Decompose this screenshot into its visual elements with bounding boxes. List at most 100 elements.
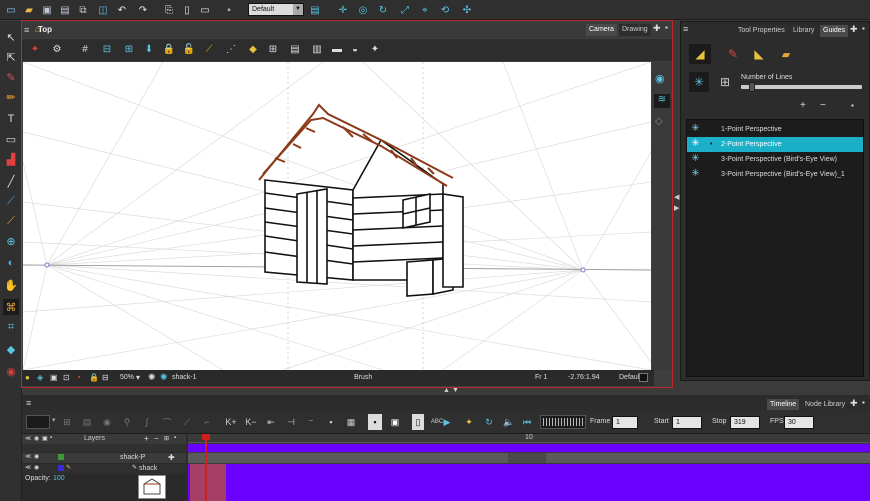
add-peg-icon[interactable]: ▤ — [80, 414, 94, 430]
dropper-tool-icon[interactable]: ⟋ — [3, 213, 19, 229]
brush-guide-icon[interactable]: ✎ — [722, 44, 744, 64]
add-group-icon[interactable]: ◉ — [100, 414, 114, 430]
layer-row-shack-p[interactable]: ≪ ◉ shack-P ✚ — [22, 453, 186, 463]
brush-icon[interactable]: ✦ — [28, 42, 42, 56]
add-layer-icon[interactable]: + — [144, 434, 149, 443]
eraser-tool-icon[interactable]: ▭ — [3, 131, 19, 147]
unlock-icon[interactable]: 🔓 — [182, 42, 196, 56]
import-icon[interactable]: ⧉ — [76, 3, 90, 17]
layers-icon[interactable]: ≋ — [654, 94, 670, 108]
playhead-handle[interactable] — [202, 434, 210, 440]
scene-icon[interactable]: ◫ — [96, 3, 110, 17]
frame-icon[interactable]: ▣ — [50, 373, 58, 382]
guide-item-3-point[interactable]: ✳ 3-Point Perspective (Bird's-Eye View) — [687, 152, 863, 167]
curve-icon[interactable]: ∫ — [140, 414, 154, 430]
perspective-guide-icon[interactable]: ◢ — [689, 44, 711, 64]
color-pot-icon[interactable]: ◉ — [3, 363, 19, 379]
drawing-canvas[interactable] — [23, 62, 651, 370]
stop-motion-icon[interactable]: ⟋ — [180, 414, 194, 430]
target-icon[interactable]: ✺ — [148, 372, 156, 383]
insert-blank-icon[interactable]: ▪ — [324, 414, 338, 430]
guide-item-1-point[interactable]: ✳ 1-Point Perspective — [687, 122, 863, 137]
close-panel-icon[interactable]: ▪ — [862, 24, 865, 33]
constant-icon[interactable]: ⌐ — [200, 414, 214, 430]
sheet-icon[interactable]: ▯ — [412, 414, 424, 430]
play-icon[interactable]: ▶ — [440, 414, 454, 430]
vertical-guide-icon[interactable]: ⊟ — [100, 42, 114, 56]
zoom-menu-icon[interactable]: ▾ — [136, 373, 140, 382]
track-top[interactable] — [188, 444, 870, 452]
fps-field[interactable]: 30 — [784, 416, 814, 429]
text-tool-icon[interactable]: T — [3, 111, 19, 127]
stack-view-icon[interactable]: ◇ — [655, 116, 663, 127]
undo-icon[interactable]: ↶ — [115, 3, 129, 17]
frame-view-icon[interactable]: ▪ — [368, 414, 382, 430]
loop-icon[interactable]: ↻ — [482, 414, 496, 430]
rotate-icon[interactable]: ↻ — [376, 3, 390, 17]
remove-layer-icon[interactable]: − — [154, 434, 159, 443]
layer-name[interactable]: shack-P — [120, 454, 145, 461]
brush-tool-icon[interactable]: ✎ — [3, 69, 19, 85]
layer-visible-icon[interactable]: ◉ — [34, 464, 39, 471]
onion-icon[interactable]: ◈ — [37, 373, 43, 382]
layer-props-icon[interactable]: ⊞ — [164, 435, 169, 442]
add-panel-icon[interactable]: ✚ — [850, 24, 858, 35]
tab-camera[interactable]: Camera — [586, 24, 617, 36]
guide-item-2-point[interactable]: ✳ • 2-Point Perspective — [687, 137, 863, 152]
frame-field[interactable]: 1 — [612, 416, 638, 429]
start-field[interactable]: 1 — [672, 416, 702, 429]
track-shack[interactable] — [188, 464, 870, 501]
tab-guides[interactable]: Guides — [820, 25, 849, 37]
import-guide-icon[interactable]: ⬇ — [142, 42, 156, 56]
remove-guide-icon[interactable]: − — [820, 100, 826, 111]
zoom-level[interactable]: 50% — [120, 374, 134, 381]
lock-all-icon[interactable]: ▣ — [42, 435, 48, 442]
layer-name[interactable]: shack — [139, 465, 157, 472]
line-guide-icon[interactable]: ⋰ — [224, 42, 238, 56]
perspective-tool-icon[interactable]: ⌘ — [3, 299, 19, 315]
layer-menu-icon[interactable]: ▪ — [174, 435, 176, 441]
contour-editor-icon[interactable]: ⇱ — [3, 49, 19, 65]
menu-icon[interactable]: ≡ — [24, 25, 29, 35]
layer-color-swatch[interactable] — [26, 415, 50, 429]
grid-guide-toggle-icon[interactable]: ⊞ — [715, 72, 735, 92]
lock-icon[interactable]: 🔒 — [162, 42, 176, 56]
copy-icon[interactable]: ⎘ — [162, 3, 176, 17]
stop-field[interactable]: 319 — [730, 416, 760, 429]
current-exposure[interactable] — [190, 464, 226, 501]
add-guide-icon[interactable]: + — [800, 100, 806, 111]
frame-ruler[interactable]: 10 — [188, 434, 870, 443]
transform-icon[interactable]: ⤢ — [398, 3, 412, 17]
ease-icon[interactable]: ⌒ — [160, 414, 174, 430]
pencil-tool-icon[interactable]: ✏ — [3, 89, 19, 105]
layout-dropdown[interactable]: Default ▼ — [248, 3, 304, 16]
plane-icon[interactable]: ▥ — [310, 42, 324, 56]
layer-row-shack[interactable]: ≪ ◉ ✎ ✎ shack — [22, 464, 186, 474]
pivot-tool-icon[interactable]: ⊕ — [3, 233, 19, 249]
perspective-grid-icon[interactable]: ⊞ — [266, 42, 280, 56]
remove-keyframe-icon[interactable]: K− — [244, 414, 258, 430]
visibility-all-icon[interactable]: ◉ — [34, 435, 39, 442]
new-icon[interactable]: ▭ — [4, 3, 18, 17]
line-tool-icon[interactable]: ╱ — [3, 173, 19, 189]
settings-icon-2[interactable]: ✦ — [368, 42, 382, 56]
workspace-icon[interactable]: ▪ — [222, 3, 236, 17]
eraser-guide-icon[interactable]: ▰ — [775, 44, 797, 64]
depth-grid-icon[interactable]: ▤ — [288, 42, 302, 56]
sound-icon[interactable]: 🔈 — [502, 414, 516, 430]
line-guide-toggle-icon[interactable]: ✳ — [689, 72, 709, 92]
gear-icon[interactable]: ⚙ — [50, 42, 64, 56]
layer-color-swatch[interactable] — [58, 465, 64, 471]
grid-status-icon[interactable]: ⊟ — [102, 373, 109, 382]
playhead[interactable] — [205, 434, 207, 501]
paste-icon[interactable]: ▯ — [180, 3, 194, 17]
layer-visible-icon[interactable]: ◉ — [34, 453, 39, 460]
track-shack-p[interactable] — [188, 453, 870, 463]
single-frame-icon[interactable]: ▣ — [388, 414, 402, 430]
add-view-icon[interactable]: ✚ — [653, 23, 661, 34]
settings-icon[interactable]: ✣ — [460, 3, 474, 17]
paint-bucket-icon[interactable]: ▟ — [3, 151, 19, 167]
morph-tool-icon[interactable]: ◐ — [3, 255, 19, 271]
collapse-right-icon[interactable]: ◀ — [674, 193, 679, 201]
tab-library[interactable]: Library — [790, 25, 818, 37]
